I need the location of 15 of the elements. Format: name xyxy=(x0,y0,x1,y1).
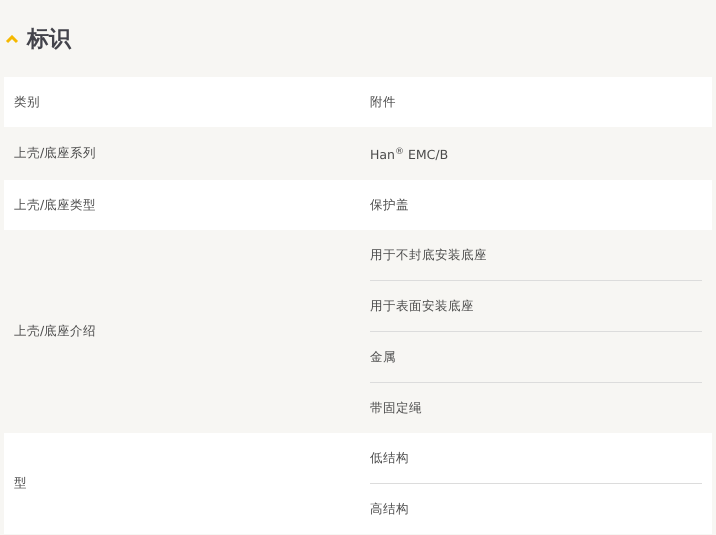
collapse-caret-icon[interactable] xyxy=(5,34,19,44)
attribute-label: 上壳/底座介绍 xyxy=(13,323,98,340)
section-title: 标识 xyxy=(27,26,71,54)
attribute-value: 高结构 xyxy=(370,483,702,534)
attribute-value: 金属 xyxy=(370,331,702,382)
attribute-value: 保护盖 xyxy=(370,196,410,214)
attribute-value: 用于表面安装底座 xyxy=(370,280,702,332)
attribute-label: 上壳/底座类型 xyxy=(13,196,98,214)
attribute-value: 附件 xyxy=(370,93,397,111)
attribute-value: 低结构 xyxy=(370,449,410,468)
attribute-label: 上壳/底座系列 xyxy=(13,145,98,162)
attribute-label: 类别 xyxy=(13,94,41,110)
attribute-value: 用于不封底安装底座 xyxy=(370,246,488,264)
attribute-label: 型 xyxy=(13,475,28,492)
attribute-value: Han$^{®}$ EMC/B xyxy=(370,146,450,164)
